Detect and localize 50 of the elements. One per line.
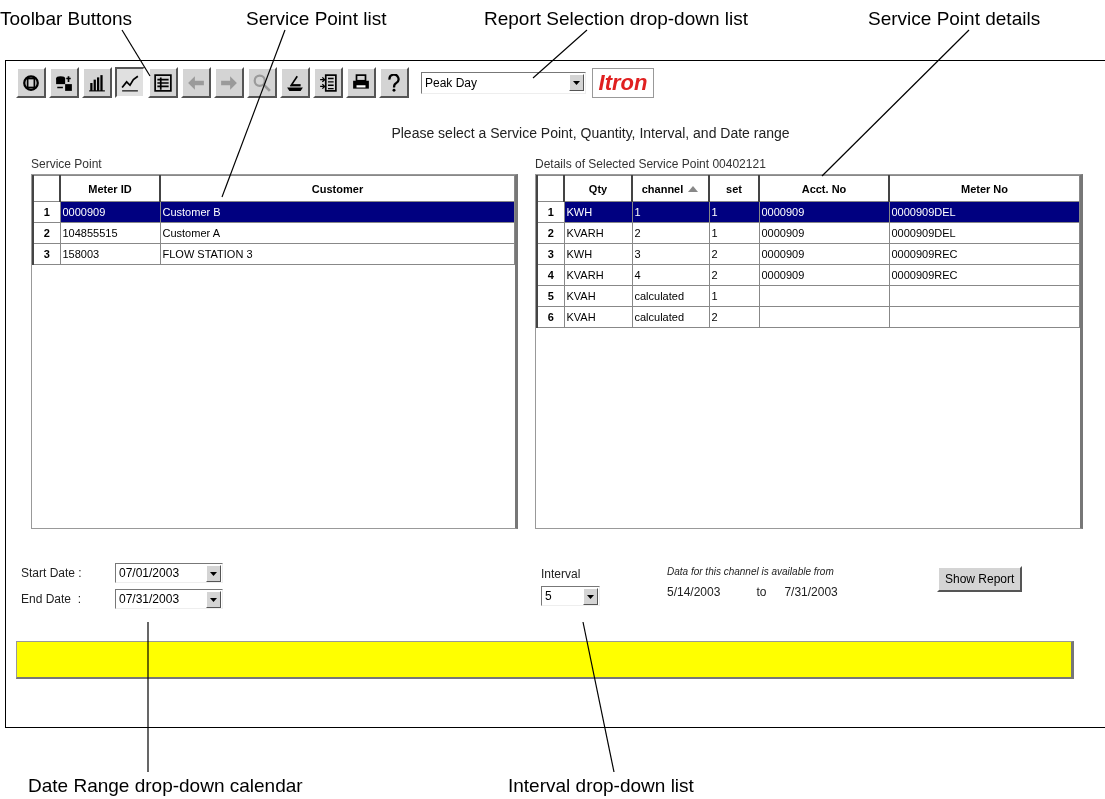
column-header[interactable]: Acct. No [759,175,889,202]
date-from: 5/14/2003 [667,585,721,599]
date-field[interactable]: 07/31/2003 [115,589,223,609]
table-cell[interactable]: 0000909DEL [889,201,1080,223]
toolbar-button[interactable] [115,67,145,98]
column-header[interactable]: Customer [160,175,515,202]
date-label: End Date : [21,592,83,606]
cycle-icon [22,73,40,92]
callout-label: Interval drop-down list [508,775,694,797]
table-cell[interactable]: FLOW STATION 3 [160,243,515,265]
callout-label: Date Range drop-down calendar [28,775,303,797]
report-select[interactable]: Peak Day [421,71,586,94]
column-header[interactable]: Qty [564,175,632,202]
table-cell[interactable]: 0000909DEL [889,222,1080,244]
column-header[interactable]: Meter No [889,175,1080,202]
scanner-icon [286,73,304,92]
callout-label: Report Selection drop-down list [484,8,749,30]
panel-title: Details of Selected Service Point 00402121 [535,157,767,171]
table-cell[interactable]: Customer B [160,201,515,223]
availability-note: Data for this channel is available from [667,566,835,577]
table-cell[interactable] [889,285,1080,307]
column-header[interactable]: set [709,175,759,202]
table-cell[interactable]: Customer A [160,222,515,244]
column-header[interactable]: Meter ID [60,175,160,202]
line-chart-icon [121,73,139,92]
column-header[interactable]: channel [632,175,709,202]
callout-label: Service Point details [868,8,1041,30]
callout-label: Service Point list [246,8,387,30]
search-icon [253,73,271,92]
callout-label: Toolbar Buttons [0,8,133,30]
date-field[interactable]: 07/01/2003 [115,563,223,583]
table-cell[interactable] [889,306,1080,328]
table-cell[interactable]: 0000909REC [889,243,1080,265]
instruction-text: Please select a Service Point, Quantity, Interval, and Date range [391,125,790,141]
help-icon [385,73,403,92]
sort-icon [687,184,700,193]
to-label: to [756,585,767,599]
panel-title: Service Point [31,157,103,171]
show-report-button[interactable]: Show Report [937,566,1023,592]
database-swap-icon [55,73,73,92]
date-to: 7/31/2003 [784,585,838,599]
date-label: Start Date : [21,566,83,580]
bar-chart-icon [88,73,106,92]
interval-select[interactable]: 5 [541,586,600,606]
interval-label: Interval [541,567,582,581]
table-icon [154,73,172,92]
printer-icon [352,73,370,92]
table-cell[interactable]: 0000909REC [889,264,1080,286]
list-indent-icon [319,73,337,92]
logo: Itron [592,67,654,98]
